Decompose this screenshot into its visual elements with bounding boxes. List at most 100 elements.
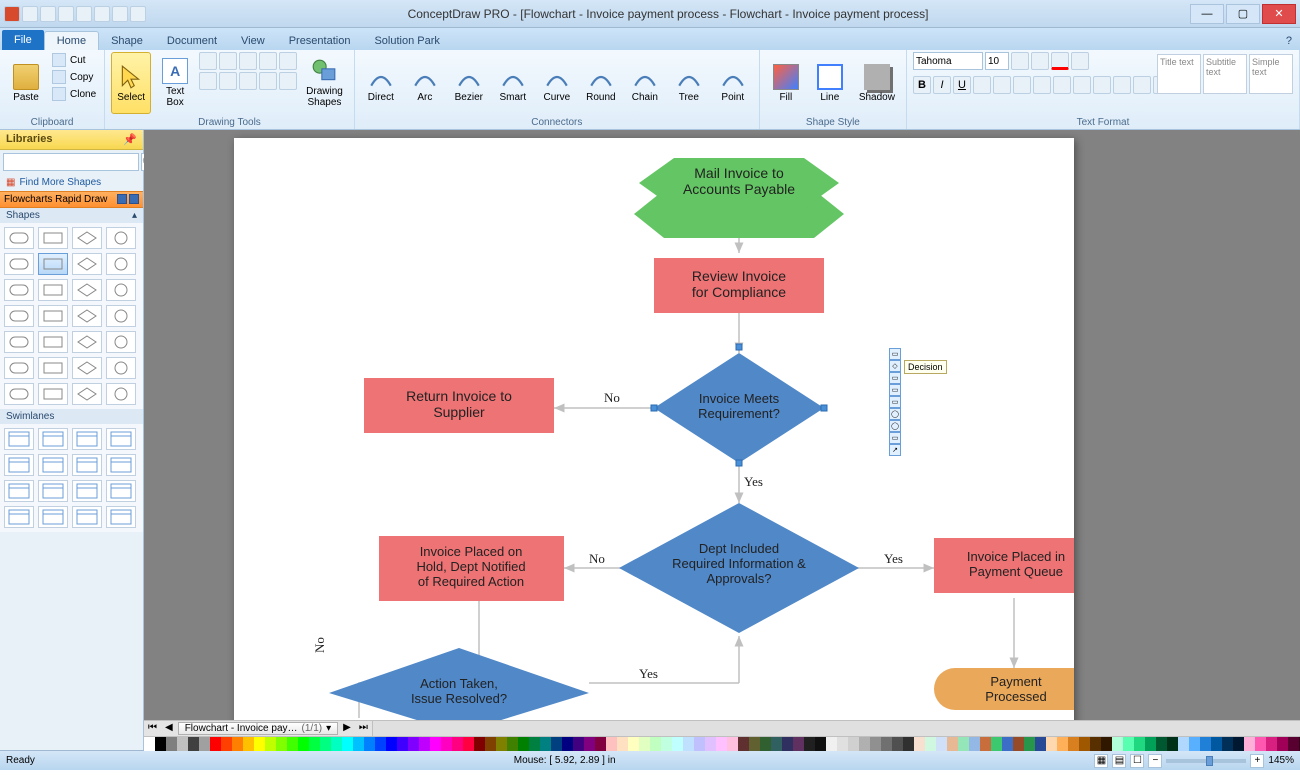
palette-color-94[interactable] [1178,737,1189,751]
textbox-button[interactable]: A Text Box [155,52,195,114]
view-mode2-icon[interactable]: ▤ [1112,754,1126,768]
tab-nav-next[interactable]: ▶ [339,721,355,736]
line-button[interactable]: Line [810,52,850,114]
palette-color-72[interactable] [936,737,947,751]
palette-color-25[interactable] [419,737,430,751]
connector-bezier-button[interactable]: Bezier [449,52,489,114]
palette-color-34[interactable] [518,737,529,751]
palette-color-66[interactable] [870,737,881,751]
palette-color-22[interactable] [386,737,397,751]
palette-color-53[interactable] [727,737,738,751]
line-tool-icon[interactable] [199,52,217,70]
palette-color-102[interactable] [1266,737,1277,751]
spline-tool-icon[interactable] [259,52,277,70]
palette-color-35[interactable] [529,737,540,751]
swimlane-stencil-14[interactable] [72,506,102,528]
shape-stencil-27[interactable] [106,383,136,405]
palette-color-50[interactable] [694,737,705,751]
tab-shape[interactable]: Shape [99,32,155,50]
palette-color-58[interactable] [782,737,793,751]
tab-nav-prev[interactable]: ◀ [161,721,177,736]
palette-color-96[interactable] [1200,737,1211,751]
swimlane-stencil-7[interactable] [106,454,136,476]
zoom-in-button[interactable]: + [1250,754,1264,768]
palette-color-87[interactable] [1101,737,1112,751]
palette-color-23[interactable] [397,737,408,751]
view-mode1-icon[interactable]: ▦ [1094,754,1108,768]
help-icon[interactable]: ? [1278,32,1300,50]
swimlane-stencil-4[interactable] [4,454,34,476]
shape-stencil-16[interactable] [4,331,34,353]
palette-color-74[interactable] [958,737,969,751]
swimlane-stencil-8[interactable] [4,480,34,502]
palette-color-39[interactable] [573,737,584,751]
palette-color-4[interactable] [188,737,199,751]
smarttag-opt2-icon[interactable]: ◇ [889,360,901,372]
palette-color-7[interactable] [221,737,232,751]
palette-color-86[interactable] [1090,737,1101,751]
palette-color-69[interactable] [903,737,914,751]
shape-stencil-26[interactable] [72,383,102,405]
shape-stencil-20[interactable] [4,357,34,379]
rect-tool-icon[interactable] [199,72,217,90]
palette-color-73[interactable] [947,737,958,751]
tab-dropdown-icon[interactable]: ▾ [326,723,331,734]
palette-color-43[interactable] [617,737,628,751]
minimize-button[interactable]: — [1190,4,1224,24]
palette-color-9[interactable] [243,737,254,751]
palette-color-28[interactable] [452,737,463,751]
palette-color-26[interactable] [430,737,441,751]
palette-color-59[interactable] [793,737,804,751]
swimlane-stencil-11[interactable] [106,480,136,502]
tab-home[interactable]: Home [44,31,99,50]
connector-round-button[interactable]: Round [581,52,621,114]
palette-color-104[interactable] [1288,737,1299,751]
smarttag-opt1-icon[interactable]: ▭ [889,348,901,360]
swimlane-stencil-13[interactable] [38,506,68,528]
shape-stencil-19[interactable] [106,331,136,353]
connector-point-button[interactable]: Point [713,52,753,114]
connector-smart-button[interactable]: Smart [493,52,533,114]
libraries-pin-icon[interactable]: 📌 [123,133,137,146]
style-title-text[interactable]: Title text [1157,54,1201,94]
find-more-shapes-link[interactable]: Find More Shapes [0,174,143,191]
palette-color-79[interactable] [1013,737,1024,751]
tab-file[interactable]: File [2,30,44,50]
qat-redo-icon[interactable] [94,6,110,22]
align-center-icon[interactable] [1033,76,1051,94]
app-icon[interactable] [4,6,20,22]
shape-stencil-8[interactable] [4,279,34,301]
palette-color-24[interactable] [408,737,419,751]
lib-pin2-icon[interactable] [129,194,139,204]
tab-nav-last[interactable]: ⏭ [355,721,372,736]
palette-color-54[interactable] [738,737,749,751]
smarttag-expand-icon[interactable]: ↗ [889,444,901,456]
palette-color-32[interactable] [496,737,507,751]
palette-color-83[interactable] [1057,737,1068,751]
paste-button[interactable]: Paste [6,52,46,114]
palette-color-76[interactable] [980,737,991,751]
palette-color-65[interactable] [859,737,870,751]
tab-presentation[interactable]: Presentation [277,32,363,50]
smarttag-opt5-icon[interactable]: ▭ [889,396,901,408]
palette-color-82[interactable] [1046,737,1057,751]
shape-stencil-4[interactable] [4,253,34,275]
lib-pin1-icon[interactable] [117,194,127,204]
smarttag-opt3-icon[interactable]: ▭ [889,372,901,384]
palette-color-10[interactable] [254,737,265,751]
qat-undo-icon[interactable] [76,6,92,22]
palette-color-41[interactable] [595,737,606,751]
style-simple-text[interactable]: Simple text [1249,54,1293,94]
palette-color-63[interactable] [837,737,848,751]
palette-color-6[interactable] [210,737,221,751]
grow-font-icon[interactable] [1011,52,1029,70]
cut-button[interactable]: Cut [50,52,98,68]
palette-color-80[interactable] [1024,737,1035,751]
freehand-tool-icon[interactable] [279,72,297,90]
shape-stencil-22[interactable] [72,357,102,379]
shape-stencil-18[interactable] [72,331,102,353]
arc-tool-icon[interactable] [239,52,257,70]
palette-color-3[interactable] [177,737,188,751]
font-color-icon[interactable] [1051,52,1069,70]
palette-color-16[interactable] [320,737,331,751]
